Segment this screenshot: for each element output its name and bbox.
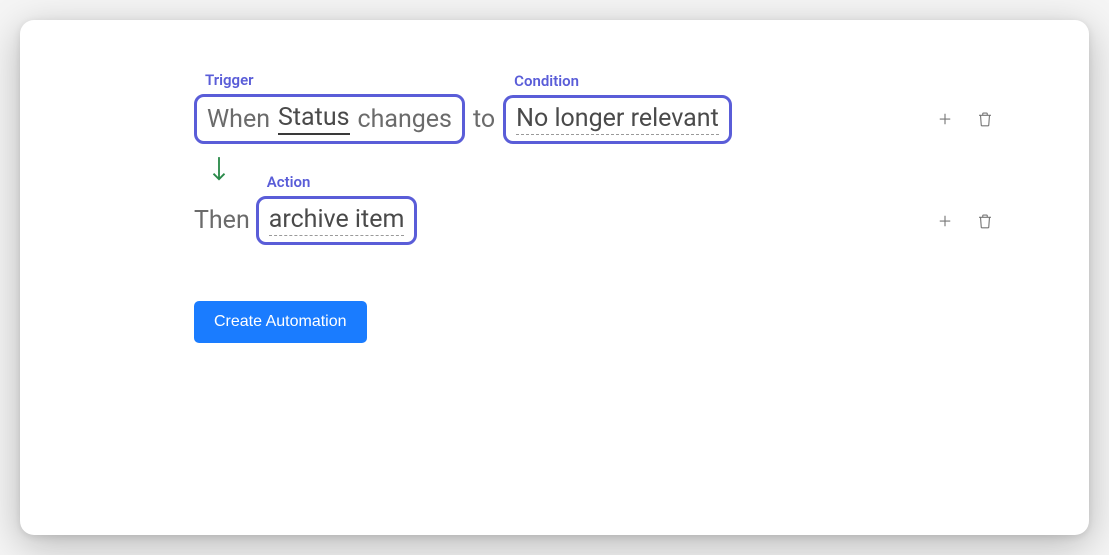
trigger-verb: changes [358,105,452,134]
action-value[interactable]: archive item [269,205,405,236]
trigger-condition-row: Trigger When Status changes to Condition… [194,94,1005,144]
create-automation-button[interactable]: Create Automation [194,301,367,343]
condition-label: Condition [514,72,579,90]
plus-icon [936,212,954,230]
action-prefix: Then [194,206,256,235]
automation-builder-card: Trigger When Status changes to Condition… [20,20,1089,535]
trigger-condition-content: Trigger When Status changes to Condition… [194,94,732,144]
trigger-pill[interactable]: Trigger When Status changes [194,94,465,144]
flow-arrow-icon [208,154,1005,190]
trash-icon [976,212,994,230]
condition-pill[interactable]: Condition No longer relevant [503,95,732,144]
condition-value[interactable]: No longer relevant [516,104,719,135]
action-row-actions [935,211,1005,231]
plus-icon [936,110,954,128]
trigger-field[interactable]: Status [278,103,349,135]
trigger-label: Trigger [205,71,254,89]
trash-icon [976,110,994,128]
trigger-row-actions [935,109,1005,129]
add-action-button[interactable] [935,211,955,231]
action-pill[interactable]: Action archive item [256,196,418,245]
action-row: Then Action archive item [194,196,1005,245]
delete-action-button[interactable] [975,211,995,231]
delete-trigger-button[interactable] [975,109,995,129]
action-label: Action [267,173,311,191]
action-content: Then Action archive item [194,196,417,245]
add-trigger-button[interactable] [935,109,955,129]
trigger-connector: to [465,105,503,134]
trigger-prefix: When [207,105,270,134]
